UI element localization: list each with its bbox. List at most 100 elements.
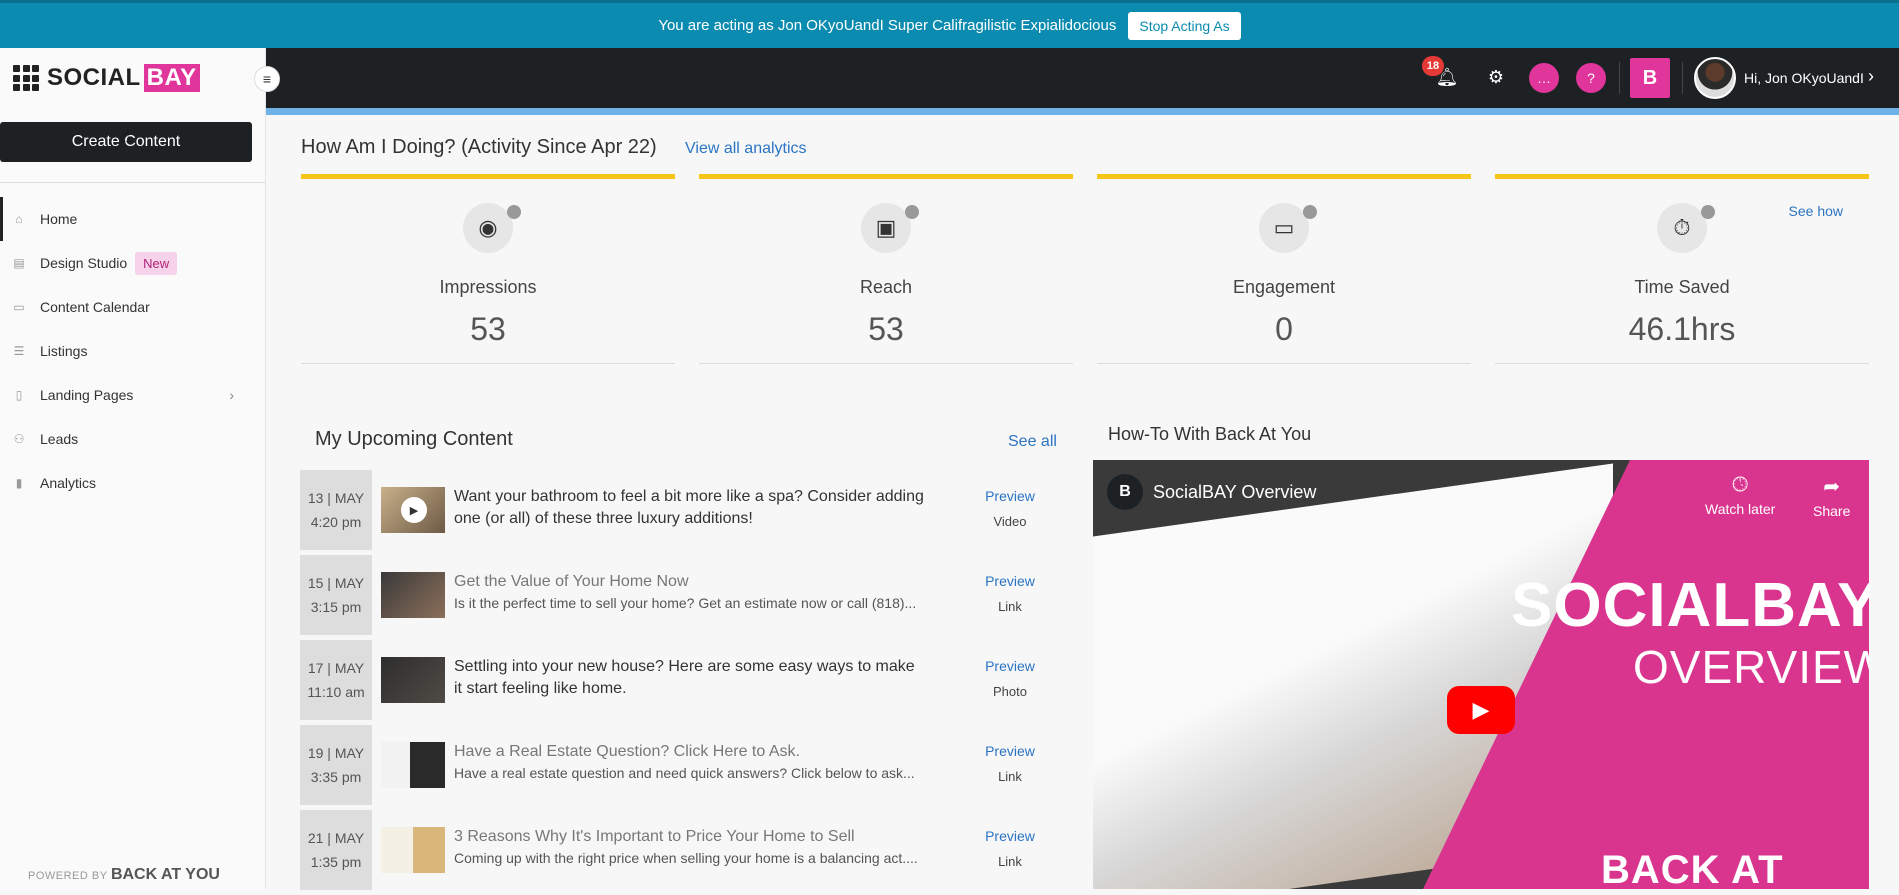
- sidebar-item-label: Landing Pages: [40, 387, 134, 403]
- chat-support-icon[interactable]: …: [1529, 63, 1559, 93]
- avatar[interactable]: [1694, 57, 1736, 99]
- stats-title: How Am I Doing? (Activity Since Apr 22): [301, 136, 657, 158]
- chevron-right-icon[interactable]: ›: [1868, 66, 1874, 87]
- sidebar: SOCIAL BAY ≡ Create Content ☝ ⌂ Home ▤ De…: [0, 48, 280, 889]
- profile-icon: ▣: [861, 203, 919, 253]
- preview-link[interactable]: Preview: [975, 573, 1045, 589]
- gear-icon[interactable]: ⚙: [1481, 62, 1511, 92]
- video-title[interactable]: SocialBAY Overview: [1153, 482, 1316, 503]
- upcoming-content-list: 13 | MAY 4:20 pm ▶ Want your bathroom to …: [300, 470, 1060, 895]
- list-item[interactable]: 21 | MAY 1:35 pm 3 Reasons Why It's Impor…: [300, 810, 1060, 895]
- notification-count-badge: 18: [1422, 56, 1444, 76]
- content-subtitle: Coming up with the right price when sell…: [454, 850, 918, 866]
- date-box: 15 | MAY 3:15 pm: [300, 555, 372, 635]
- howto-title: How-To With Back At You: [1108, 424, 1312, 444]
- list-item[interactable]: 19 | MAY 3:35 pm Have a Real Estate Quest…: [300, 725, 1060, 810]
- apps-grid-icon: [13, 65, 39, 91]
- content-type: Link: [998, 769, 1022, 784]
- eye-icon: ◉: [463, 203, 521, 253]
- preview-link[interactable]: Preview: [975, 488, 1045, 504]
- hand-cursor-icon: ☝: [120, 126, 131, 146]
- header-divider: [1682, 62, 1683, 94]
- header-divider: [1619, 62, 1620, 94]
- content-thumbnail: [381, 657, 445, 703]
- content-thumbnail: [381, 827, 445, 873]
- sidebar-nav: ⌂ Home ▤ Design Studio New ▭ Content Cal…: [0, 197, 266, 505]
- preview-link[interactable]: Preview: [975, 828, 1045, 844]
- stat-label: Impressions: [439, 277, 537, 297]
- sidebar-item-design-studio[interactable]: ▤ Design Studio New: [0, 241, 266, 285]
- acting-as-banner: You are acting as Jon OKyoUandI Super Ca…: [0, 0, 1899, 48]
- youtube-video-player[interactable]: B SocialBAY Overview 🕓︎ Watch later ➦ Shar…: [1093, 460, 1869, 889]
- see-all-link[interactable]: See all: [1008, 433, 1057, 451]
- design-icon: ▤: [13, 256, 25, 270]
- list-item[interactable]: 13 | MAY 4:20 pm ▶ Want your bathroom to …: [300, 470, 1060, 555]
- content-subtitle: Is it the perfect time to sell your home…: [454, 595, 917, 611]
- watch-later-button[interactable]: 🕓︎ Watch later: [1705, 474, 1775, 517]
- content-type: Photo: [993, 684, 1027, 699]
- page-icon: ▯: [15, 388, 23, 402]
- content-thumbnail: ▶: [381, 487, 445, 533]
- stat-label: Time Saved: [1634, 277, 1730, 297]
- date-box: 13 | MAY 4:20 pm: [300, 470, 372, 550]
- view-all-analytics-link[interactable]: View all analytics: [685, 140, 807, 158]
- stat-label: Reach: [859, 277, 913, 297]
- sidebar-item-home[interactable]: ⌂ Home: [0, 197, 266, 241]
- channel-avatar-icon[interactable]: B: [1107, 474, 1143, 510]
- stat-card-impressions: ◉ Impressions 53: [301, 174, 675, 364]
- sidebar-item-label: Design Studio: [40, 255, 128, 271]
- date-box: 19 | MAY 3:35 pm: [300, 725, 372, 805]
- stat-value: 46.1hrs: [1628, 311, 1736, 347]
- sidebar-item-label: Analytics: [40, 475, 97, 491]
- preview-link[interactable]: Preview: [975, 658, 1045, 674]
- sidebar-item-label: Home: [40, 211, 78, 227]
- date-box: 21 | MAY 1:35 pm: [300, 810, 372, 890]
- help-icon[interactable]: ?: [1576, 63, 1606, 93]
- sidebar-item-leads[interactable]: ⚇ Leads: [0, 417, 266, 461]
- powered-by: POWERED BY BACK AT YOU: [28, 866, 220, 883]
- logo-wordmark: SOCIAL BAY: [47, 64, 200, 92]
- socialbay-logo[interactable]: SOCIAL BAY: [13, 64, 200, 92]
- home-icon: ⌂: [15, 212, 23, 226]
- stat-value: 53: [470, 311, 506, 347]
- content-title: 3 Reasons Why It's Important to Price Yo…: [454, 828, 855, 845]
- content-title: Want your bathroom to feel a bit more li…: [454, 488, 924, 527]
- stop-acting-as-button[interactable]: Stop Acting As: [1128, 11, 1241, 40]
- upcoming-content-title: My Upcoming Content: [315, 428, 513, 450]
- share-button[interactable]: ➦ Share: [1813, 474, 1850, 519]
- sidebar-item-label: Content Calendar: [40, 299, 150, 315]
- leads-icon: ⚇: [13, 432, 25, 446]
- content-title: Have a Real Estate Question? Click Here …: [454, 743, 800, 760]
- stat-card-reach: ▣ Reach 53: [699, 174, 1073, 364]
- analytics-icon: ▮: [15, 476, 23, 490]
- stat-value: 0: [1275, 311, 1293, 347]
- play-icon: ▶: [401, 497, 427, 523]
- calendar-icon: ▭: [13, 300, 25, 314]
- list-item[interactable]: 15 | MAY 3:15 pm Get the Value of Your Ho…: [300, 555, 1060, 640]
- content-type: Link: [998, 599, 1022, 614]
- stat-label: Engagement: [1232, 277, 1336, 297]
- preview-link[interactable]: Preview: [975, 743, 1045, 759]
- list-item[interactable]: 17 | MAY 11:10 am Settling into your new …: [300, 640, 1060, 725]
- listings-icon: ☰: [13, 344, 25, 358]
- content-type: Video: [993, 514, 1027, 529]
- content-title: Settling into your new house? Here are s…: [454, 658, 915, 697]
- sidebar-item-label: Listings: [40, 343, 88, 359]
- stat-card-engagement: ▭ Engagement 0: [1097, 174, 1471, 364]
- see-how-link[interactable]: See how: [1789, 203, 1843, 219]
- stat-value: 53: [868, 311, 904, 347]
- youtube-play-button[interactable]: ▶: [1447, 686, 1515, 734]
- clock-icon: 🕓︎: [1732, 474, 1749, 496]
- content-title: Get the Value of Your Home Now: [454, 573, 689, 590]
- brand-b-icon[interactable]: B: [1630, 58, 1670, 98]
- chat-icon: ▭: [1259, 203, 1317, 253]
- header-accent-bar: [266, 108, 1899, 115]
- user-greeting[interactable]: Hi, Jon OKyoUandI: [1744, 70, 1864, 86]
- sidebar-item-content-calendar[interactable]: ▭ Content Calendar: [0, 285, 266, 329]
- video-overlay-brand: BACK AT YOU: [1601, 848, 1784, 889]
- date-box: 17 | MAY 11:10 am: [300, 640, 372, 720]
- sidebar-item-analytics[interactable]: ▮ Analytics: [0, 461, 266, 505]
- sidebar-item-landing-pages[interactable]: ▯ Landing Pages ›: [0, 373, 266, 417]
- sidebar-item-listings[interactable]: ☰ Listings: [0, 329, 266, 373]
- collapse-sidebar-icon[interactable]: ≡: [254, 66, 280, 92]
